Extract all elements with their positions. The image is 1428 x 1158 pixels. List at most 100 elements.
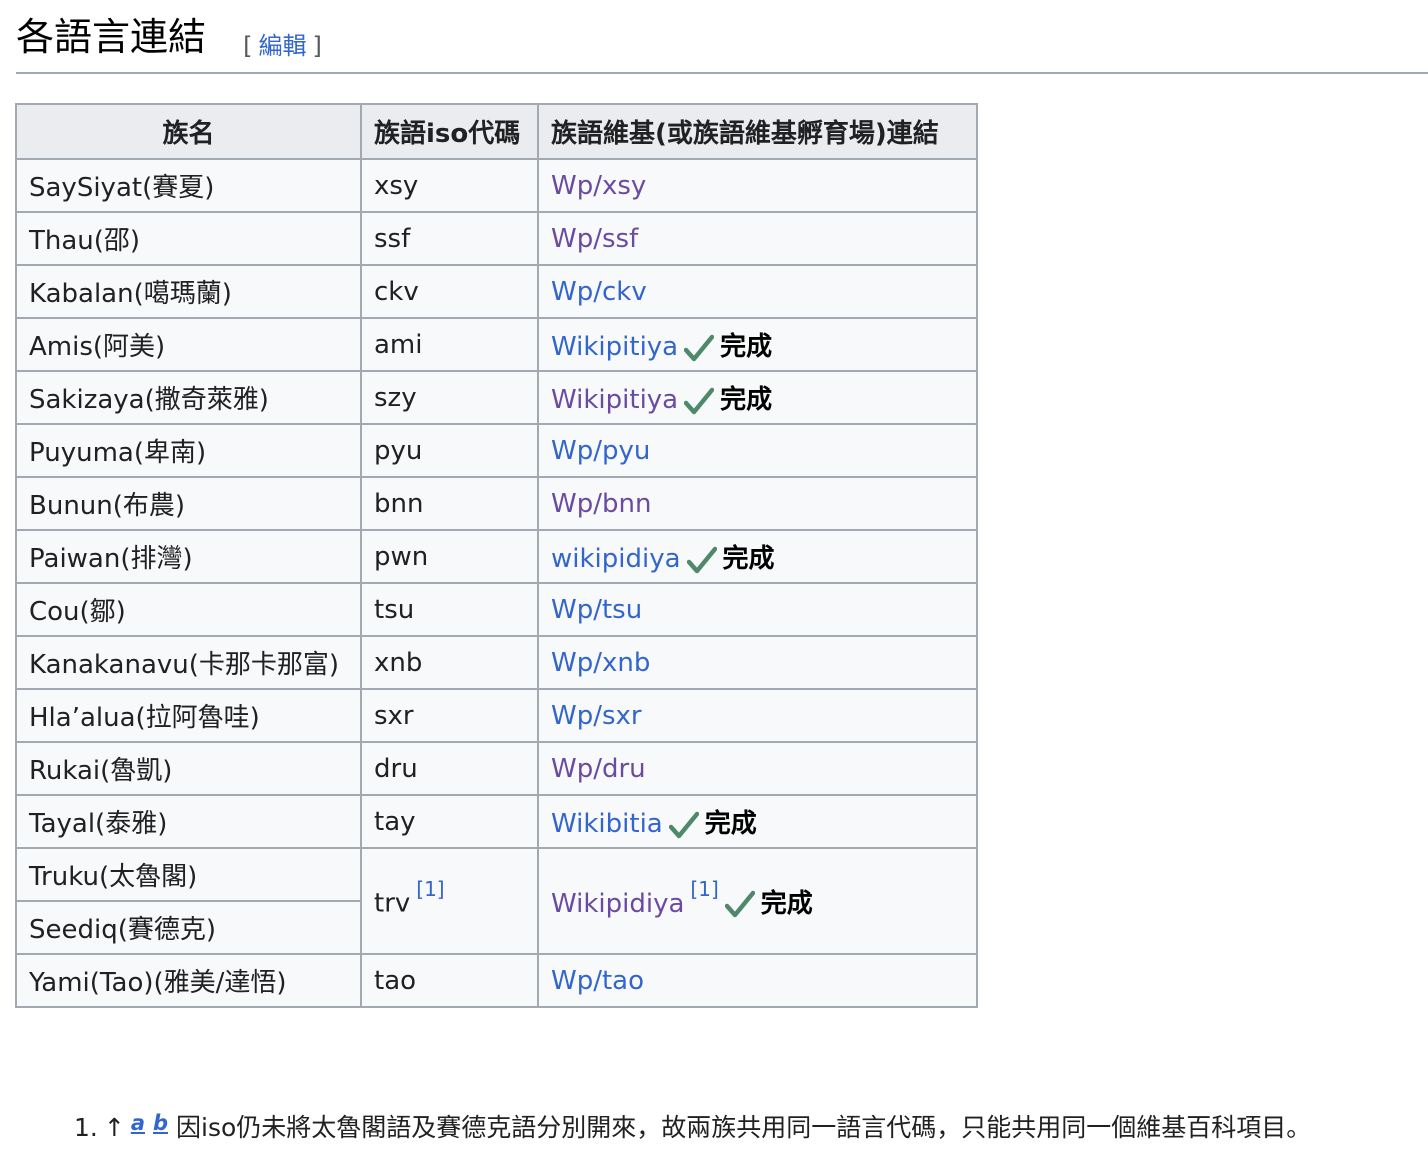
ethnic-name-cell: Puyuma(卑南) bbox=[15, 423, 362, 478]
table-row: Puyuma(卑南) pyu Wp/pyu bbox=[15, 423, 978, 478]
iso-code-cell: xnb bbox=[360, 635, 539, 690]
ethnic-name-cell: Yami(Tao)(雅美/達悟) bbox=[15, 953, 362, 1008]
check-icon bbox=[724, 890, 755, 918]
wiki-link[interactable]: Wikibitia bbox=[551, 809, 663, 839]
wiki-link-cell: Wp/ckv bbox=[537, 264, 978, 319]
done-label: 完成 bbox=[760, 888, 813, 919]
wiki-link-cell: Wp/xnb bbox=[537, 635, 978, 690]
iso-code-cell: bnn bbox=[360, 476, 539, 531]
ethnic-name-cell: Truku(太魯閣) bbox=[15, 847, 362, 902]
check-icon bbox=[686, 546, 717, 573]
table-row: Thau(邵) ssf Wp/ssf bbox=[15, 211, 978, 266]
table-row: Yami(Tao)(雅美/達悟) tao Wp/tao bbox=[15, 953, 978, 1008]
wiki-link[interactable]: Wp/xnb bbox=[551, 648, 650, 678]
table-row: SaySiyat(賽夏) xsy Wp/xsy bbox=[15, 158, 978, 213]
iso-code-cell: pyu bbox=[360, 423, 539, 478]
citation-ref[interactable]: [1] bbox=[690, 877, 718, 901]
section-heading: 各語言連結 [編輯] bbox=[16, 6, 1428, 74]
reference-text: 因iso仍未將太魯閣語及賽德克語分別開來，故兩族共用同一語言代碼，只能共用同一個… bbox=[176, 1113, 1312, 1142]
edit-section: [編輯] bbox=[243, 32, 322, 60]
wiki-link[interactable]: Wp/sxr bbox=[551, 701, 642, 731]
table-row: Cou(鄒) tsu Wp/tsu bbox=[15, 582, 978, 637]
backlink-b[interactable]: b bbox=[153, 1111, 168, 1135]
done-label: 完成 bbox=[722, 544, 775, 574]
table-row: Kabalan(噶瑪蘭) ckv Wp/ckv bbox=[15, 264, 978, 319]
backlink-a[interactable]: a bbox=[131, 1111, 145, 1135]
table-row: Paiwan(排灣) pwn wikipidiya 完成 bbox=[15, 529, 978, 584]
header-ethnic-name: 族名 bbox=[15, 103, 362, 160]
ethnic-name-cell: Kanakanavu(卡那卡那富) bbox=[15, 635, 362, 690]
ethnic-name-cell: Hla’alua(拉阿魯哇) bbox=[15, 688, 362, 743]
edit-link[interactable]: 編輯 bbox=[258, 32, 306, 60]
wiki-link-cell: Wikipitiya 完成 bbox=[537, 370, 978, 425]
wiki-link-cell: Wp/xsy bbox=[537, 158, 978, 213]
ethnic-name-cell: Paiwan(排灣) bbox=[15, 529, 362, 584]
reference-number: 1. bbox=[74, 1113, 98, 1142]
header-wiki-link: 族語維基(或族語維基孵育場)連結 bbox=[537, 103, 978, 160]
wiki-link-cell: Wp/tao bbox=[537, 953, 978, 1008]
check-icon bbox=[684, 334, 715, 361]
iso-code-cell: ami bbox=[360, 317, 539, 372]
wiki-link-cell: Wp/sxr bbox=[537, 688, 978, 743]
table-row: Truku(太魯閣) trv [1] Wikipidiya [1] 完成 bbox=[15, 847, 978, 955]
wiki-link[interactable]: Wp/tao bbox=[551, 966, 644, 996]
wiki-link[interactable]: Wp/xsy bbox=[551, 171, 646, 201]
wiki-link-cell: Wp/tsu bbox=[537, 582, 978, 637]
ethnic-name-cell: Cou(鄒) bbox=[15, 582, 362, 637]
iso-code-cell: sxr bbox=[360, 688, 539, 743]
wiki-link-cell: Wikipitiya 完成 bbox=[537, 317, 978, 372]
wiki-link[interactable]: Wikipitiya bbox=[551, 385, 678, 415]
citation-ref[interactable]: [1] bbox=[416, 877, 444, 901]
iso-code-cell: ssf bbox=[360, 211, 539, 266]
wiki-link-cell: Wp/ssf bbox=[537, 211, 978, 266]
ethnic-name-cell: Rukai(魯凱) bbox=[15, 741, 362, 796]
wiki-link[interactable]: Wp/dru bbox=[551, 754, 646, 784]
references-list: 1. ↑ a b 因iso仍未將太魯閣語及賽德克語分別開來，故兩族共用同一語言代碼，只能… bbox=[74, 1108, 1311, 1144]
wiki-link-cell: Wikibitia 完成 bbox=[537, 794, 978, 849]
table-row: Tayal(泰雅) tay Wikibitia 完成 bbox=[15, 794, 978, 849]
ethnic-name-cell: Sakizaya(撒奇萊雅) bbox=[15, 370, 362, 425]
done-label: 完成 bbox=[704, 809, 757, 839]
section-title: 各語言連結 bbox=[16, 15, 207, 59]
iso-code-cell: szy bbox=[360, 370, 539, 425]
iso-code-cell: trv [1] bbox=[360, 847, 539, 955]
ethnic-name-cell: Thau(邵) bbox=[15, 211, 362, 266]
iso-code-cell: ckv bbox=[360, 264, 539, 319]
wiki-link-cell: Wikipidiya [1] 完成 bbox=[537, 847, 978, 955]
ethnic-name-cell: Kabalan(噶瑪蘭) bbox=[15, 264, 362, 319]
wiki-link[interactable]: Wp/tsu bbox=[551, 595, 642, 625]
wiki-link[interactable]: Wp/ckv bbox=[551, 277, 647, 307]
iso-code-cell: pwn bbox=[360, 529, 539, 584]
ethnic-name-cell: Bunun(布農) bbox=[15, 476, 362, 531]
table-row: Rukai(魯凱) dru Wp/dru bbox=[15, 741, 978, 796]
wiki-link[interactable]: Wp/bnn bbox=[551, 489, 651, 519]
reference-caret: ↑ bbox=[103, 1113, 125, 1142]
wiki-link[interactable]: wikipidiya bbox=[551, 544, 681, 574]
check-icon bbox=[668, 811, 699, 838]
wiki-link-cell: Wp/pyu bbox=[537, 423, 978, 478]
ethnic-name-cell: SaySiyat(賽夏) bbox=[15, 158, 362, 213]
iso-code-cell: dru bbox=[360, 741, 539, 796]
wiki-link[interactable]: Wikipidiya bbox=[551, 889, 684, 919]
table-row: Kanakanavu(卡那卡那富) xnb Wp/xnb bbox=[15, 635, 978, 690]
wiki-link-cell: Wp/dru bbox=[537, 741, 978, 796]
iso-code-cell: tay bbox=[360, 794, 539, 849]
wiki-link-cell: Wp/bnn bbox=[537, 476, 978, 531]
ethnic-name-cell: Amis(阿美) bbox=[15, 317, 362, 372]
wiki-link-cell: wikipidiya 完成 bbox=[537, 529, 978, 584]
wiki-link[interactable]: Wp/ssf bbox=[551, 224, 638, 254]
table-row: Sakizaya(撒奇萊雅) szy Wikipitiya 完成 bbox=[15, 370, 978, 425]
table-row: Amis(阿美) ami Wikipitiya 完成 bbox=[15, 317, 978, 372]
iso-code-cell: xsy bbox=[360, 158, 539, 213]
ethnic-name-cell: Tayal(泰雅) bbox=[15, 794, 362, 849]
check-icon bbox=[684, 387, 715, 414]
done-label: 完成 bbox=[720, 332, 773, 362]
wiki-link[interactable]: Wikipitiya bbox=[551, 332, 678, 362]
table-row: Hla’alua(拉阿魯哇) sxr Wp/sxr bbox=[15, 688, 978, 743]
wiki-link[interactable]: Wp/pyu bbox=[551, 436, 650, 466]
iso-code-cell: tsu bbox=[360, 582, 539, 637]
languages-table: 族名 族語iso代碼 族語維基(或族語維基孵育場)連結 SaySiyat(賽夏)… bbox=[15, 103, 978, 1008]
iso-code-cell: tao bbox=[360, 953, 539, 1008]
table-header-row: 族名 族語iso代碼 族語維基(或族語維基孵育場)連結 bbox=[15, 103, 978, 160]
header-iso-code: 族語iso代碼 bbox=[360, 103, 539, 160]
